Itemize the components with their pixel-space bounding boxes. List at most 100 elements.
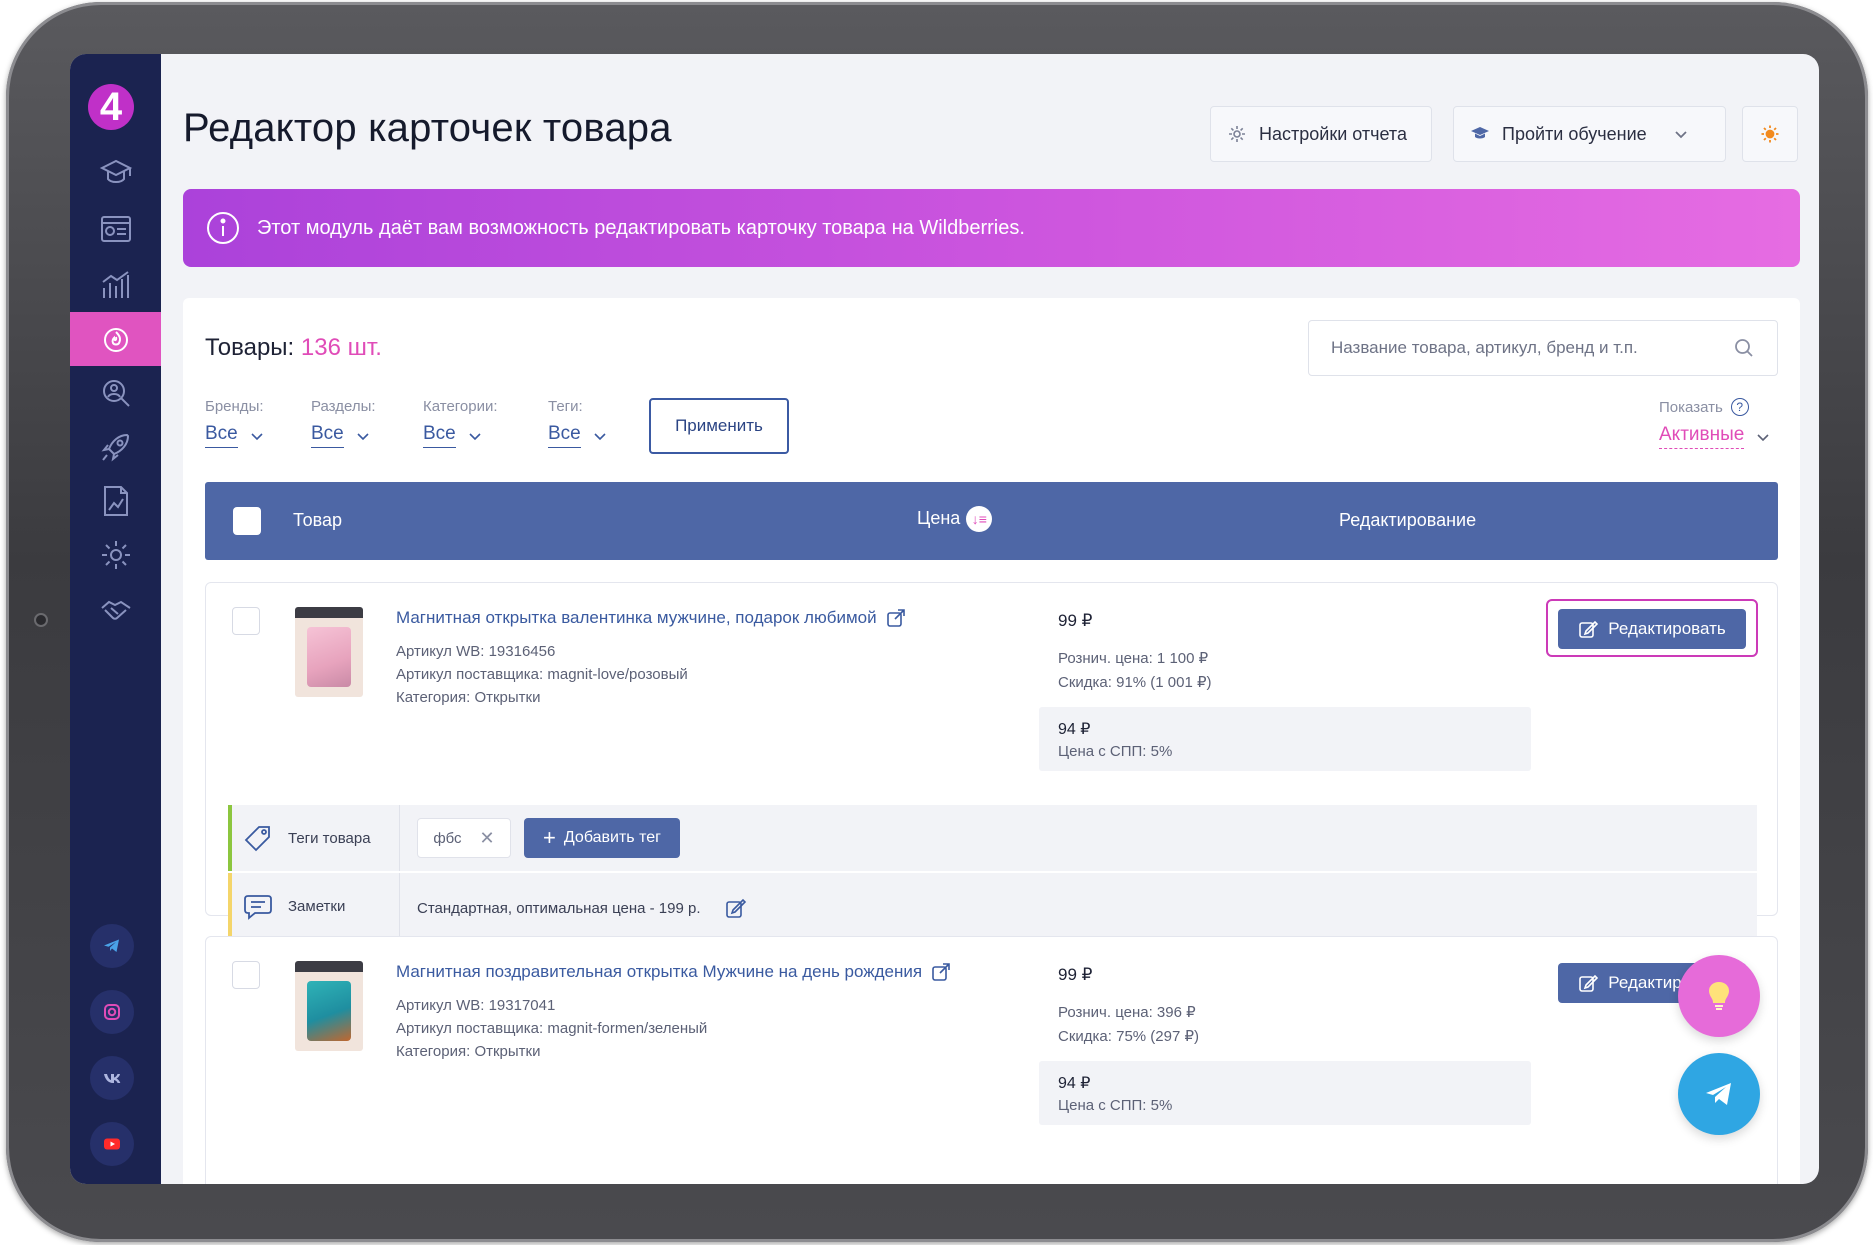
- filter-brands[interactable]: Бренды: Все: [205, 398, 264, 448]
- spp-price: 94 ₽: [1058, 1075, 1091, 1092]
- tag-chip[interactable]: фбс ✕: [417, 818, 511, 858]
- sort-icon[interactable]: ↓≡: [966, 506, 993, 532]
- sidebar-item-promotion[interactable]: [70, 420, 161, 474]
- products-count: Товары: 136 шт.: [205, 334, 382, 362]
- search-input[interactable]: Название товара, артикул, бренд и т.п.: [1308, 320, 1778, 376]
- category: Категория: Открытки: [396, 1043, 541, 1060]
- chevron-down-icon: [594, 432, 606, 440]
- table-header: Товар Цена ↓≡ Редактирование: [205, 482, 1778, 560]
- product-title-link[interactable]: Магнитная открытка валентинка мужчине, п…: [396, 607, 907, 629]
- telegram-icon: [1706, 1083, 1731, 1105]
- tag-icon: [244, 826, 270, 852]
- tags-label: Теги товара: [288, 829, 371, 847]
- tags-row: Теги товара фбс ✕ + Добавить тег: [228, 805, 1757, 871]
- spp-price-box: 94 ₽ Цена с СПП: 5%: [1039, 1061, 1531, 1125]
- row-checkbox[interactable]: [232, 961, 260, 989]
- spp-label: Цена с СПП: 5%: [1058, 743, 1173, 760]
- vk-link[interactable]: [90, 1056, 134, 1100]
- training-dropdown[interactable]: Пройти обучение: [1453, 106, 1726, 162]
- plus-icon: +: [543, 825, 556, 850]
- products-count-value: 136 шт.: [300, 334, 382, 361]
- close-icon[interactable]: ✕: [480, 828, 495, 849]
- edit-note-icon[interactable]: [725, 897, 747, 919]
- filter-tags[interactable]: Теги: Все: [548, 398, 607, 448]
- tag-text: фбс: [433, 829, 462, 847]
- rocket-icon: [101, 433, 129, 462]
- telegram-fab[interactable]: [1678, 1053, 1760, 1135]
- select-all-checkbox[interactable]: [233, 507, 261, 535]
- filter-label: Теги:: [548, 398, 583, 415]
- sidebar-item-reports[interactable]: [70, 474, 161, 528]
- chevron-down-icon: [469, 432, 481, 440]
- filter-value: Все: [423, 423, 456, 448]
- product-card: Магнитная поздравительная открытка Мужчи…: [205, 936, 1778, 1184]
- help-icon[interactable]: ?: [1730, 398, 1749, 416]
- add-tag-button[interactable]: + Добавить тег: [524, 818, 680, 858]
- product-title-link[interactable]: Магнитная поздравительная открытка Мужчи…: [396, 961, 952, 983]
- theme-toggle-button[interactable]: [1742, 106, 1798, 162]
- note-text: Стандартная, оптимальная цена - 199 р.: [417, 899, 701, 917]
- youtube-icon: [104, 1138, 120, 1150]
- show-label: Показать: [1659, 398, 1723, 416]
- notes-row-marker: [228, 873, 232, 939]
- note: Стандартная, оптимальная цена - 199 р.: [417, 897, 747, 919]
- report-icon: [103, 486, 128, 516]
- product-title: Магнитная открытка валентинка мужчине, п…: [396, 608, 877, 627]
- training-label: Пройти обучение: [1502, 123, 1647, 144]
- chevron-down-icon: [1757, 433, 1769, 441]
- banner-text: Этот модуль даёт вам возможность редакти…: [257, 216, 1025, 239]
- instagram-link[interactable]: [90, 990, 134, 1034]
- sidebar-item-partners[interactable]: [70, 584, 161, 638]
- youtube-link[interactable]: [90, 1122, 134, 1166]
- discount: Скидка: 75% (297 ₽): [1058, 1028, 1200, 1045]
- page-title: Редактор карточек товара: [183, 106, 672, 150]
- telegram-icon: [104, 939, 119, 952]
- handshake-icon: [100, 600, 131, 620]
- dashboard-icon: [100, 216, 131, 242]
- spp-price-box: 94 ₽ Цена с СПП: 5%: [1039, 707, 1531, 771]
- telegram-link[interactable]: [90, 924, 134, 968]
- app-logo[interactable]: 4: [88, 84, 134, 130]
- filter-sections[interactable]: Разделы: Все: [311, 398, 376, 448]
- report-settings-button[interactable]: Настройки отчета: [1210, 106, 1432, 162]
- product-thumbnail[interactable]: [295, 607, 363, 697]
- sidebar-item-analytics[interactable]: [70, 258, 161, 312]
- camera-dot: [34, 613, 48, 627]
- lightbulb-icon: [1708, 981, 1730, 1010]
- report-settings-label: Настройки отчета: [1259, 123, 1407, 144]
- show-filter[interactable]: Показать ? Активные: [1659, 398, 1770, 449]
- product-thumbnail[interactable]: [295, 961, 363, 1051]
- column-price[interactable]: Цена ↓≡: [917, 506, 993, 532]
- tablet-frame: 4 Редактор карточек товара Настройки отч…: [6, 2, 1868, 1242]
- sidebar-item-settings[interactable]: [70, 528, 161, 582]
- row-checkbox[interactable]: [232, 607, 260, 635]
- sun-icon: [1761, 125, 1779, 143]
- notes-label: Заметки: [288, 897, 346, 915]
- filter-categories[interactable]: Категории: Все: [423, 398, 498, 448]
- sidebar-item-training[interactable]: [70, 146, 161, 200]
- edit-button[interactable]: Редактировать: [1558, 609, 1746, 649]
- sidebar-item-dashboard[interactable]: [70, 202, 161, 256]
- show-value: Активные: [1659, 424, 1745, 449]
- apply-filters-button[interactable]: Применить: [649, 398, 789, 454]
- retail-price: Рознич. цена: 1 100 ₽: [1058, 650, 1209, 667]
- external-link-icon[interactable]: [885, 607, 907, 629]
- gear-icon: [101, 541, 130, 569]
- filter-label: Разделы:: [311, 398, 376, 415]
- edit-icon: [1579, 974, 1599, 992]
- search-icon: [1735, 339, 1753, 357]
- notes-label-cell: Заметки: [242, 873, 400, 939]
- article-supplier: Артикул поставщика: magnit-formen/зелены…: [396, 1020, 708, 1037]
- article-wb: Артикул WB: 19317041: [396, 997, 556, 1014]
- filter-value: Все: [205, 423, 238, 448]
- external-link-icon[interactable]: [930, 961, 952, 983]
- sidebar-item-search[interactable]: [70, 366, 161, 420]
- vk-icon: [104, 1074, 121, 1083]
- sidebar-item-card-editor[interactable]: [70, 312, 161, 366]
- info-banner: Этот модуль даёт вам возможность редакти…: [183, 189, 1800, 267]
- filter-label: Бренды:: [205, 398, 264, 415]
- chat-icon: [244, 895, 272, 920]
- column-price-label: Цена: [917, 507, 961, 528]
- idea-fab[interactable]: [1678, 955, 1760, 1037]
- price: 99 ₽: [1058, 965, 1093, 984]
